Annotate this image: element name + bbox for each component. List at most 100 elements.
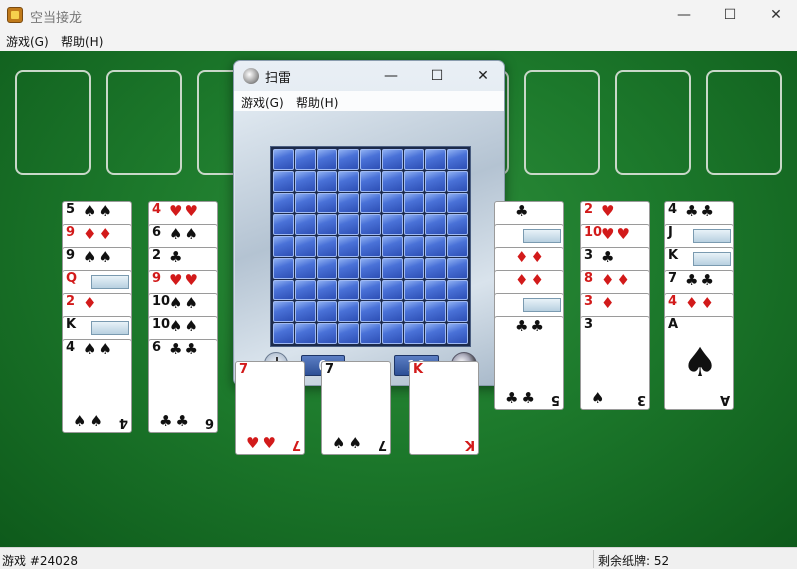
mine-cell[interactable] (316, 301, 338, 323)
mine-cell[interactable] (447, 149, 468, 170)
playing-card[interactable]: 4 ♠♠ ♠♠ 4 (62, 339, 132, 433)
mine-cell[interactable] (316, 323, 338, 344)
mine-cell[interactable] (316, 170, 338, 192)
mine-cell[interactable] (338, 323, 360, 344)
mine-cell[interactable] (360, 323, 381, 344)
mine-cell[interactable] (360, 236, 381, 257)
mine-cell[interactable] (381, 170, 403, 192)
mine-cell[interactable] (273, 323, 294, 344)
mine-cell[interactable] (360, 301, 381, 323)
mine-cell[interactable] (447, 279, 468, 301)
ms-menu-help[interactable]: 帮助(H) (296, 94, 338, 111)
mine-cell[interactable] (425, 192, 447, 214)
mine-cell[interactable] (447, 323, 468, 344)
menu-game[interactable]: 游戏(G) (6, 33, 49, 50)
mine-cell[interactable] (316, 192, 338, 214)
mine-cell[interactable] (381, 236, 403, 257)
mine-cell[interactable] (381, 301, 403, 323)
mine-cell[interactable] (403, 257, 425, 279)
mine-cell[interactable] (338, 214, 360, 236)
mine-cell[interactable] (273, 257, 294, 279)
mine-cell[interactable] (316, 214, 338, 236)
ms-close-button[interactable]: ✕ (460, 61, 504, 91)
mine-cell[interactable] (316, 279, 338, 301)
mine-cell[interactable] (425, 149, 447, 170)
maximize-button[interactable]: ☐ (707, 0, 753, 31)
mine-cell[interactable] (360, 279, 381, 301)
mine-cell[interactable] (294, 323, 316, 344)
mine-cell[interactable] (425, 257, 447, 279)
mine-cell[interactable] (338, 192, 360, 214)
mine-cell[interactable] (425, 279, 447, 301)
mine-cell[interactable] (403, 170, 425, 192)
minesweeper-window[interactable]: 扫雷 — ☐ ✕ 游戏(G) 帮助(H) 0 10 (233, 60, 505, 386)
mine-cell[interactable] (338, 149, 360, 170)
mine-cell[interactable] (273, 149, 294, 170)
mine-cell[interactable] (360, 257, 381, 279)
mine-cell[interactable] (447, 257, 468, 279)
mine-cell[interactable] (316, 236, 338, 257)
mine-cell[interactable] (273, 279, 294, 301)
free-cell-1[interactable] (15, 70, 91, 175)
mine-cell[interactable] (425, 301, 447, 323)
mine-cell[interactable] (381, 192, 403, 214)
mine-cell[interactable] (403, 236, 425, 257)
mine-cell[interactable] (273, 214, 294, 236)
mine-cell[interactable] (381, 279, 403, 301)
mine-cell[interactable] (294, 170, 316, 192)
mine-cell[interactable] (425, 214, 447, 236)
mine-cell[interactable] (273, 301, 294, 323)
mine-cell[interactable] (294, 192, 316, 214)
mine-cell[interactable] (294, 236, 316, 257)
mine-cell[interactable] (360, 214, 381, 236)
mine-cell[interactable] (273, 192, 294, 214)
mine-cell[interactable] (294, 257, 316, 279)
mine-cell[interactable] (360, 149, 381, 170)
mine-cell[interactable] (338, 279, 360, 301)
playing-card[interactable]: 6 ♣♣ ♣♣ 6 (148, 339, 218, 433)
playing-card[interactable]: 3 ♠ 3 (580, 316, 650, 410)
mine-cell[interactable] (273, 170, 294, 192)
mine-cell[interactable] (381, 214, 403, 236)
playing-card[interactable]: 7 ♠♠ 7 (321, 361, 391, 455)
mine-cell[interactable] (425, 323, 447, 344)
mine-cell[interactable] (360, 170, 381, 192)
ms-menu-game[interactable]: 游戏(G) (241, 94, 284, 111)
menu-help[interactable]: 帮助(H) (61, 33, 103, 50)
mine-cell[interactable] (381, 257, 403, 279)
free-cell-2[interactable] (106, 70, 182, 175)
mine-cell[interactable] (338, 257, 360, 279)
mine-cell[interactable] (381, 323, 403, 344)
mine-cell[interactable] (338, 301, 360, 323)
mine-cell[interactable] (403, 301, 425, 323)
mine-cell[interactable] (338, 236, 360, 257)
mine-cell[interactable] (403, 279, 425, 301)
playing-card[interactable]: 7 ♥♥ 7 (235, 361, 305, 455)
mine-cell[interactable] (425, 236, 447, 257)
mine-cell[interactable] (316, 257, 338, 279)
foundation-3[interactable] (615, 70, 691, 175)
foundation-4[interactable] (706, 70, 782, 175)
mine-cell[interactable] (447, 192, 468, 214)
mine-cell[interactable] (294, 149, 316, 170)
playing-card[interactable]: A ♠ A (664, 316, 734, 410)
mine-cell[interactable] (403, 149, 425, 170)
minimize-button[interactable]: — (661, 0, 707, 31)
mine-cell[interactable] (447, 214, 468, 236)
mine-cell[interactable] (403, 192, 425, 214)
playing-card[interactable]: KK (409, 361, 479, 455)
playing-card[interactable]: ♣♣ ♣♣ 5 (494, 316, 564, 410)
close-button[interactable]: ✕ (753, 0, 797, 31)
mine-cell[interactable] (294, 301, 316, 323)
ms-maximize-button[interactable]: ☐ (414, 61, 460, 91)
mine-cell[interactable] (381, 149, 403, 170)
mine-cell[interactable] (403, 214, 425, 236)
mine-cell[interactable] (294, 279, 316, 301)
mine-cell[interactable] (360, 192, 381, 214)
mine-cell[interactable] (316, 149, 338, 170)
mine-cell[interactable] (273, 236, 294, 257)
ms-minimize-button[interactable]: — (368, 61, 414, 91)
mine-cell[interactable] (447, 236, 468, 257)
mine-cell[interactable] (425, 170, 447, 192)
mine-cell[interactable] (338, 170, 360, 192)
